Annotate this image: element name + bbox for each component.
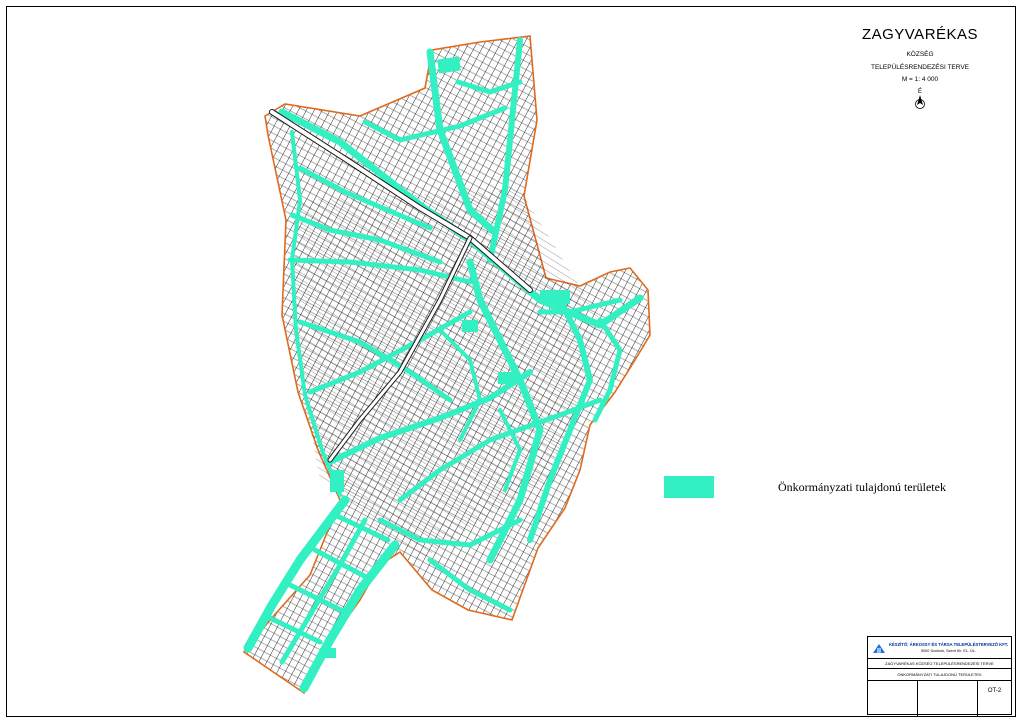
firm-address: 5000 Szolnok, Szent Kir. EL. ÚL.	[920, 649, 977, 653]
stamp-header: KÉSZÍTŐ: ÁRKOSSY ÉS TÁRSA TELEPÜLÉSTERVE…	[868, 637, 1011, 659]
stamp-footer: OT-2	[868, 681, 1011, 716]
legend: Önkormányzati tulajdonú területek	[664, 476, 946, 498]
plan-title: TELEPÜLÉSRENDEZÉSI TERVE	[870, 64, 969, 71]
scale-label: M = 1: 4 000	[901, 76, 939, 83]
stamp-cell-left	[868, 681, 918, 716]
stamp-cell-middle	[918, 681, 978, 716]
title-stamp: KÉSZÍTŐ: ÁRKOSSY ÉS TÁRSA TELEPÜLÉSTERVE…	[867, 636, 1012, 716]
map-title: ZAGYVARÉKAS	[861, 26, 979, 43]
sheet-code: OT-2	[987, 688, 1002, 694]
legend-label: Önkormányzati tulajdonú területek	[778, 479, 946, 494]
stamp-sheet: ÖNKORMÁNYZATI TULAJDONÚ TERÜLETEK	[868, 669, 1011, 681]
company-logo-icon	[873, 644, 885, 653]
title-block: ZAGYVARÉKAS KÖZSÉG TELEPÜLÉSRENDEZÉSI TE…	[840, 24, 1000, 118]
map-subtitle: KÖZSÉG	[906, 51, 934, 58]
firm-name: KÉSZÍTŐ: ÁRKOSSY ÉS TÁRSA TELEPÜLÉSTERVE…	[888, 642, 1009, 647]
stamp-cell-code: OT-2	[978, 681, 1011, 716]
north-arrow-icon: É	[915, 88, 925, 109]
svg-text:É: É	[918, 88, 922, 95]
stamp-project: ZAGYVARÉKAS KÖZSÉG TELEPÜLÉSRENDEZÉSI TE…	[868, 659, 1011, 669]
legend-swatch	[664, 476, 714, 498]
